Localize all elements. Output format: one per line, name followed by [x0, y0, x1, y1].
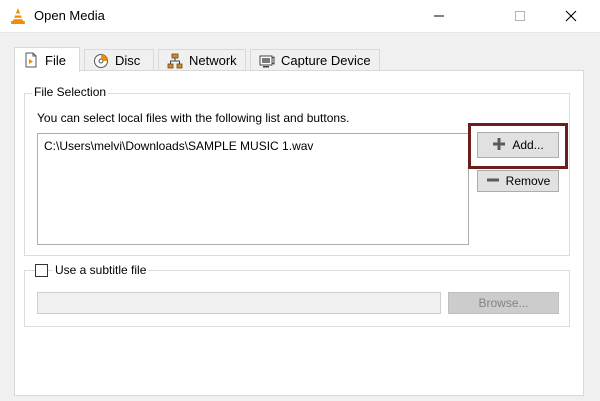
maximize-icon — [515, 11, 525, 21]
add-button-label: Add... — [512, 138, 544, 152]
subtitle-path-input[interactable] — [37, 292, 441, 314]
browse-button-label: Browse... — [478, 296, 529, 310]
maximize-button[interactable] — [497, 0, 543, 32]
file-list[interactable]: C:\Users\melvi\Downloads\SAMPLE MUSIC 1.… — [37, 133, 469, 245]
tab-disc[interactable]: Disc — [84, 49, 154, 71]
vlc-cone-icon — [9, 7, 27, 25]
plus-icon — [492, 137, 506, 154]
file-selection-legend: File Selection — [32, 85, 109, 99]
subtitle-checkbox-label[interactable]: Use a subtitle file — [53, 263, 149, 277]
minus-icon — [486, 173, 500, 190]
window-title: Open Media — [34, 8, 105, 23]
disc-icon — [93, 53, 109, 69]
tab-label: Network — [189, 53, 237, 68]
close-icon — [565, 10, 577, 22]
list-item[interactable]: C:\Users\melvi\Downloads\SAMPLE MUSIC 1.… — [44, 139, 313, 153]
minimize-button[interactable] — [416, 0, 462, 32]
tab-label: File — [45, 52, 66, 68]
browse-button[interactable]: Browse... — [448, 292, 559, 314]
tab-label: Disc — [115, 53, 141, 68]
tab-network[interactable]: Network — [158, 49, 246, 71]
capture-device-icon — [259, 53, 275, 69]
file-selection-description: You can select local files with the foll… — [37, 111, 350, 125]
minimize-icon — [434, 15, 444, 17]
remove-button-label: Remove — [505, 174, 551, 188]
file-icon — [23, 52, 39, 68]
network-icon — [167, 53, 183, 69]
tab-capture-device[interactable]: Capture Device — [250, 49, 380, 71]
remove-button[interactable]: Remove — [477, 170, 559, 192]
tab-file[interactable]: File — [14, 47, 80, 72]
subtitle-checkbox[interactable] — [35, 264, 48, 277]
add-button[interactable]: Add... — [477, 132, 559, 158]
close-button[interactable] — [548, 0, 594, 32]
title-bar: Open Media — [0, 0, 600, 32]
tab-label: Capture Device — [281, 53, 371, 68]
